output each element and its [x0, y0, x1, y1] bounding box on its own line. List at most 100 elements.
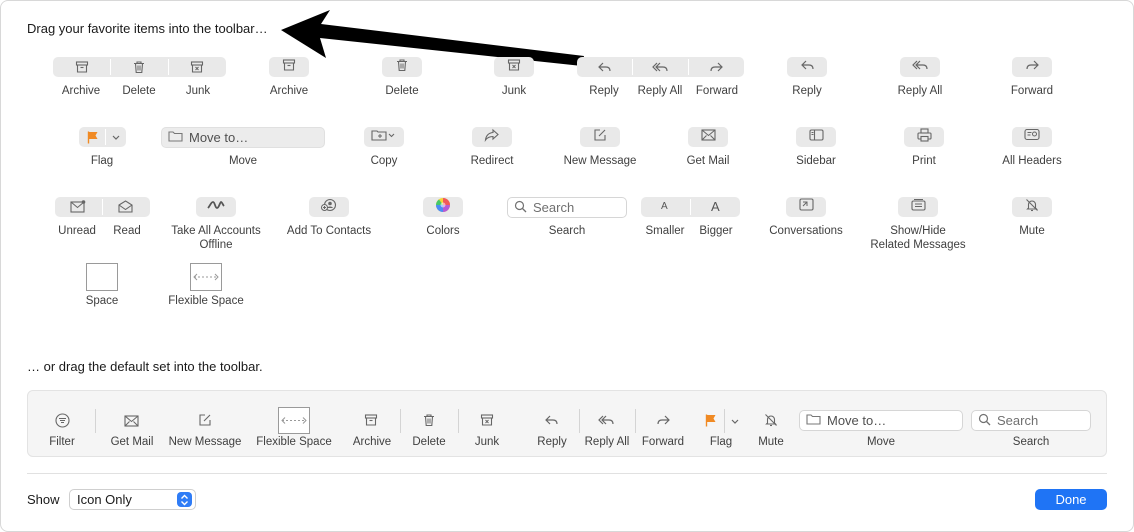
default-label-archive: Archive [352, 436, 392, 448]
default-label-filter: Filter [49, 436, 75, 448]
flag-button[interactable] [79, 127, 126, 147]
redirect-icon [484, 128, 500, 147]
label-reply-group: Reply [589, 85, 619, 97]
chevron-down-icon [111, 131, 121, 149]
trash-icon [132, 60, 146, 79]
bell-slash-icon [1025, 198, 1039, 217]
unread-read-group[interactable] [55, 197, 150, 217]
related-messages-icon [910, 198, 926, 217]
forward-button[interactable] [1012, 57, 1052, 77]
done-button[interactable]: Done [1035, 489, 1107, 510]
default-search-placeholder: Search [997, 413, 1039, 428]
reply-icon [800, 58, 815, 77]
reply-replyall-forward-group[interactable] [577, 57, 744, 77]
show-mode-value: Icon Only [77, 492, 132, 507]
forward-icon [709, 60, 724, 79]
reply-icon [597, 60, 612, 79]
redirect-button[interactable] [472, 127, 512, 147]
updown-chevron-icon [177, 492, 192, 507]
footer-divider [27, 473, 1107, 474]
default-label-move: Move [866, 436, 896, 448]
flexible-arrows-icon [193, 273, 219, 281]
envelope-icon [124, 414, 139, 432]
archive-button[interactable] [269, 57, 309, 77]
default-label-reply: Reply [537, 436, 567, 448]
headers-icon [1024, 128, 1040, 147]
sidebar-icon [808, 128, 824, 146]
mute-button[interactable] [1012, 197, 1052, 217]
bigger-text-icon: A [711, 199, 720, 214]
separator [579, 409, 580, 433]
label-all-headers: All Headers [1002, 155, 1062, 167]
flexible-space-item[interactable] [190, 263, 222, 291]
read-envelope-icon [118, 200, 133, 218]
reply-all-button[interactable] [900, 57, 940, 77]
text-size-group[interactable]: A A [641, 197, 740, 217]
envelope-icon [700, 128, 716, 146]
search-field[interactable]: Search [507, 197, 627, 218]
label-show-hide-1: Show/Hide [890, 225, 946, 237]
reply-all-icon [652, 60, 669, 79]
all-headers-button[interactable] [1012, 127, 1052, 147]
search-icon [514, 200, 527, 216]
trash-icon [395, 58, 409, 77]
conversations-button[interactable] [786, 197, 826, 217]
default-label-junk: Junk [474, 436, 500, 448]
default-label-new-message: New Message [168, 436, 242, 448]
label-read: Read [113, 225, 141, 237]
flag-icon [86, 130, 100, 149]
trash-icon [422, 413, 436, 432]
bell-slash-icon [764, 413, 778, 432]
show-mode-select[interactable]: Icon Only [69, 489, 196, 510]
junk-icon [480, 413, 494, 432]
reply-all-icon [598, 413, 615, 432]
take-offline-button[interactable] [196, 197, 236, 217]
default-search-field: Search [971, 410, 1091, 431]
delete-button[interactable] [382, 57, 422, 77]
separator [400, 409, 401, 433]
new-message-button[interactable] [580, 127, 620, 147]
reply-all-icon [911, 58, 929, 77]
default-move-placeholder: Move to… [827, 413, 887, 428]
label-sidebar: Sidebar [796, 155, 836, 167]
activity-icon [207, 198, 225, 216]
reply-icon [544, 413, 559, 432]
separator [635, 409, 636, 433]
move-placeholder: Move to… [189, 130, 249, 145]
label-get-mail: Get Mail [686, 155, 730, 167]
flexible-arrows-icon [281, 417, 307, 424]
flag-icon [704, 413, 718, 432]
label-copy: Copy [370, 155, 398, 167]
forward-icon [656, 413, 671, 432]
default-set-heading: … or drag the default set into the toolb… [27, 359, 263, 374]
label-reply: Reply [792, 85, 822, 97]
label-smaller: Smaller [645, 225, 685, 237]
print-button[interactable] [904, 127, 944, 147]
archive-delete-junk-group[interactable] [53, 57, 226, 77]
space-item[interactable] [86, 263, 118, 291]
label-show-hide-2: Related Messages [870, 239, 966, 251]
label-junk: Junk [501, 85, 527, 97]
default-label-get-mail: Get Mail [110, 436, 154, 448]
move-to-field[interactable]: Move to… [161, 127, 325, 148]
label-delete-group: Delete [122, 85, 156, 97]
copy-button[interactable] [364, 127, 404, 147]
label-mute: Mute [1019, 225, 1045, 237]
show-label: Show [27, 492, 60, 507]
label-take-offline-2: Offline [199, 239, 233, 251]
contacts-icon [321, 198, 337, 217]
reply-button[interactable] [787, 57, 827, 77]
colors-button[interactable] [423, 197, 463, 217]
archive-icon [364, 413, 378, 432]
get-mail-button[interactable] [688, 127, 728, 147]
add-to-contacts-button[interactable] [309, 197, 349, 217]
search-placeholder: Search [533, 200, 575, 215]
sidebar-button[interactable] [796, 127, 836, 147]
junk-button[interactable] [494, 57, 534, 77]
default-move-to-field: Move to… [799, 410, 963, 431]
label-flag: Flag [90, 155, 114, 167]
conversations-icon [798, 198, 814, 216]
show-hide-related-button[interactable] [898, 197, 938, 217]
junk-icon [190, 60, 204, 79]
label-unread: Unread [58, 225, 96, 237]
